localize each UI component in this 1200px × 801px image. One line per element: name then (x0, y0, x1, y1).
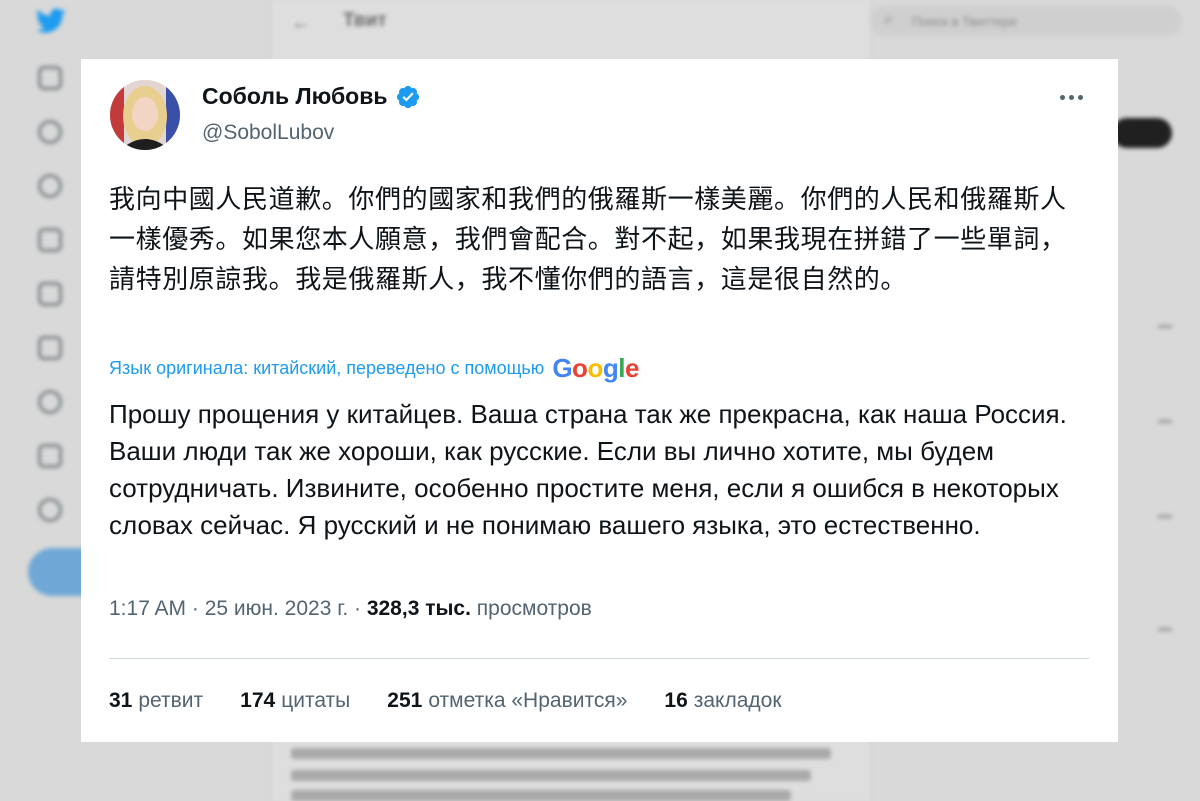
notifications-icon[interactable] (38, 174, 62, 198)
stat-count: 174 (240, 689, 276, 712)
tweet-card: Соболь Любовь @SobolLubov 我向中國人民道歉。你們的國家… (81, 59, 1118, 742)
stat-count: 16 (664, 689, 688, 712)
stat-label: ретвит (138, 689, 204, 712)
bg-text-line (291, 790, 791, 801)
bg-search-placeholder: Поиск в Твиттере (912, 14, 1018, 29)
author-name[interactable]: Соболь Любовь (202, 83, 421, 110)
views-count: 328,3 тыс. (366, 597, 471, 620)
search-icon: ⌕ (884, 11, 893, 28)
views-label: просмотров (476, 597, 592, 620)
bg-text-line (291, 770, 811, 781)
bg-text-line (291, 748, 831, 759)
bg-divider (1158, 325, 1172, 328)
messages-icon[interactable] (38, 228, 62, 252)
bg-divider (1158, 515, 1172, 518)
google-logo: Google (552, 353, 639, 383)
translation-note[interactable]: Язык оригинала: китайский, переведено с … (109, 358, 544, 379)
tweet-date[interactable]: 25 июн. 2023 г. (205, 597, 348, 620)
tweet-stats: 31 ретвит 174 цитаты 251 отметка «Нравится»… (109, 689, 782, 713)
author-handle[interactable]: @SobolLubov (202, 121, 334, 145)
more-nav-icon[interactable] (38, 498, 62, 522)
tweet-translated-text: Прошу прощения у китайцев. Ваша страна т… (109, 399, 1067, 540)
twitter-bird-icon (36, 8, 66, 39)
back-arrow-icon[interactable]: ← (291, 12, 311, 35)
stat-label: отметка «Нравится» (428, 689, 628, 712)
bg-search-input[interactable]: ⌕ Поиск в Твиттере (870, 6, 1182, 36)
stat-count: 31 (109, 689, 133, 712)
meta-separator: · (191, 597, 205, 620)
more-icon[interactable] (1053, 83, 1089, 111)
stat-label: закладок (693, 689, 782, 712)
tweet-time[interactable]: 1:17 AM (109, 597, 186, 620)
bg-header-title: Твит (343, 10, 387, 31)
bg-divider (1158, 628, 1172, 631)
tweet-meta: 1:17 AM · 25 июн. 2023 г. · 328,3 тыс. п… (109, 597, 592, 621)
translation-attribution: Язык оригинала: китайский, переведено с … (109, 353, 639, 383)
verified-badge-icon (395, 84, 421, 110)
profile-icon[interactable] (38, 444, 62, 468)
stat-label: цитаты (281, 689, 351, 712)
tweet-original-text: 我向中國人民道歉。你們的國家和我們的俄羅斯一樣美麗。你們的人民和俄羅斯人一樣優秀… (109, 185, 1067, 295)
bg-divider (1158, 420, 1172, 423)
verified-nav-icon[interactable] (38, 390, 62, 414)
stat-retweets[interactable]: 31 ретвит (109, 689, 203, 713)
home-icon[interactable] (38, 66, 62, 90)
lists-icon[interactable] (38, 282, 62, 306)
bookmarks-icon[interactable] (38, 336, 62, 360)
stat-count: 251 (387, 689, 423, 712)
stat-quotes[interactable]: 174 цитаты (240, 689, 350, 713)
divider (109, 658, 1089, 659)
explore-icon[interactable] (38, 120, 62, 144)
avatar[interactable] (110, 80, 180, 150)
author-name-text[interactable]: Соболь Любовь (202, 83, 388, 110)
bg-follow-button[interactable] (1112, 118, 1172, 148)
stat-bookmarks[interactable]: 16 закладок (664, 689, 781, 713)
meta-separator: · (354, 597, 367, 620)
stat-likes[interactable]: 251 отметка «Нравится» (387, 689, 627, 713)
